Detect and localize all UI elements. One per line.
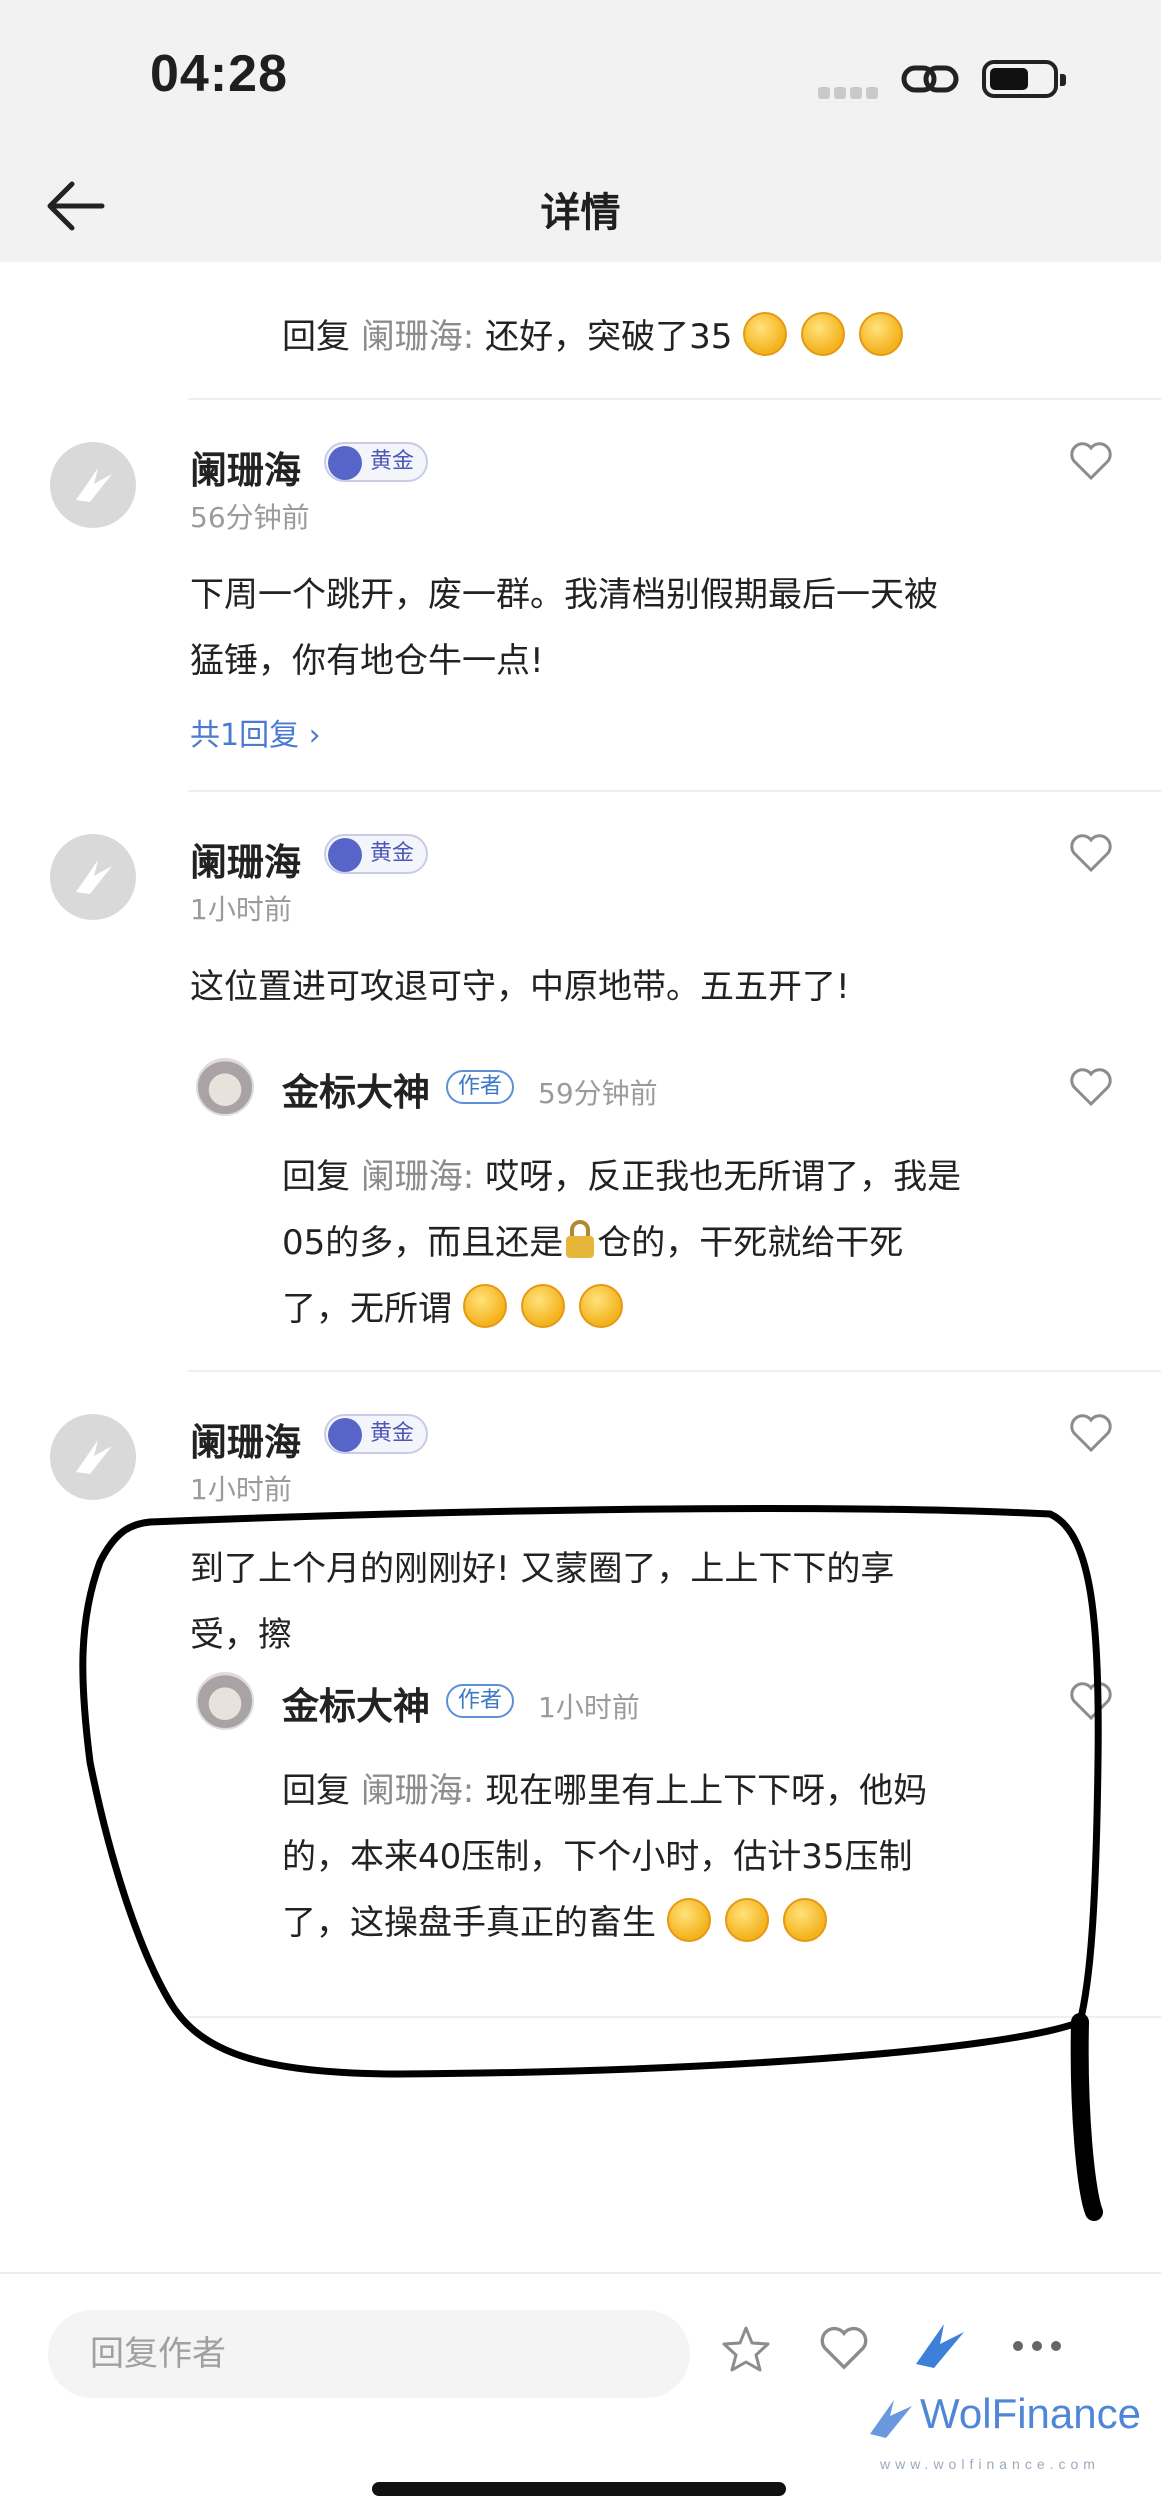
avatar[interactable] [196,1672,254,1730]
wolf-avatar-icon [76,1440,112,1474]
user-name[interactable]: 金标大神 [282,1676,430,1730]
badge-icon [328,1418,362,1452]
emoji-icon [520,1284,565,1328]
reply-text: 回复 阑珊海: 还好，突破了35 [282,304,917,370]
user-name[interactable]: 阑珊海 [190,832,301,886]
emoji-icon [801,312,846,356]
avatar[interactable] [50,834,136,920]
level-badge: 黄金 [324,834,429,874]
comment-list[interactable]: 回复 阑珊海: 还好，突破了35 阑珊海 黄金 56分钟前 下周一个跳开，废一群… [0,262,1161,2272]
link-icon [901,65,959,93]
emoji-icon [743,312,788,356]
divider [188,790,1161,792]
comment-text: 这位置进可攻退可守，中原地带。五五开了! [190,967,850,1007]
home-indicator[interactable] [372,2482,786,2496]
emoji-icon [724,1898,769,1942]
emoji-icon [782,1898,827,1942]
level-badge: 黄金 [324,442,429,482]
user-name[interactable]: 阑珊海 [190,1412,301,1466]
emoji-icon [859,312,904,356]
share-bird-icon[interactable] [910,2318,970,2374]
avatar[interactable] [50,442,136,528]
more-dots-icon[interactable] [1010,2338,1064,2354]
heart-icon[interactable] [818,2324,870,2372]
heart-icon[interactable] [1068,1412,1114,1454]
emoji-icon [666,1898,711,1942]
level-badge: 黄金 [324,1414,429,1454]
nav-bar: 详情 [0,150,1161,262]
divider [188,398,1161,400]
user-name[interactable]: 阑珊海 [190,440,301,494]
divider [188,2016,1161,2018]
comment-time: 59分钟前 [538,1077,658,1110]
reply-text: 回复 阑珊海: 现在哪里有上上下下呀，他妈 的，本来40压制，下个小时，估计35… [282,1771,928,1943]
reply-text: 回复 阑珊海: 哎呀，反正我也无所谓了，我是 05的多，而且还是 仓的，干死就给干… [282,1157,962,1329]
heart-icon[interactable] [1068,440,1114,482]
comment-time: 56分钟前 [190,501,310,534]
view-replies-link[interactable]: 共1回复 › [190,710,321,754]
heart-icon[interactable] [1068,1066,1114,1108]
heart-icon[interactable] [1068,1680,1114,1722]
bottom-bar: 回复作者 WolFinance www.wolfinance.com [0,2272,1161,2516]
author-badge: 作者 [446,1070,515,1104]
heart-icon[interactable] [1068,832,1114,874]
star-icon[interactable] [720,2324,772,2374]
badge-icon [328,838,362,872]
divider [188,1370,1161,1372]
emoji-icon [462,1284,507,1328]
avatar[interactable] [196,1058,254,1116]
watermark-logo-icon [870,2400,912,2438]
status-bar: 04:28 [0,0,1161,150]
watermark: WolFinance [920,2390,1141,2437]
status-time: 04:28 [150,45,288,103]
page-title: 详情 [540,190,621,236]
wolf-avatar-icon [76,860,112,894]
watermark-url: www.wolfinance.com [880,2456,1100,2472]
user-name[interactable]: 金标大神 [282,1062,430,1116]
reply-input[interactable]: 回复作者 [48,2310,690,2398]
avatar[interactable] [50,1414,136,1500]
comment-time: 1小时前 [190,893,292,926]
battery-icon [982,60,1066,98]
comment-time: 1小时前 [190,1473,292,1506]
author-badge: 作者 [446,1684,515,1718]
badge-icon [328,446,362,480]
wolf-avatar-icon [76,468,112,502]
comment-text: 到了上个月的刚刚好! 又蒙圈了，上上下下的享 受，擦 [190,1549,895,1655]
comment-time: 1小时前 [538,1691,640,1724]
lock-icon [566,1220,595,1258]
comment-text: 下周一个跳开，废一群。我清档别假期最后一天被 猛锤，你有地仓牛一点! [190,575,938,681]
emoji-icon [578,1284,623,1328]
signal-icon [818,84,882,103]
